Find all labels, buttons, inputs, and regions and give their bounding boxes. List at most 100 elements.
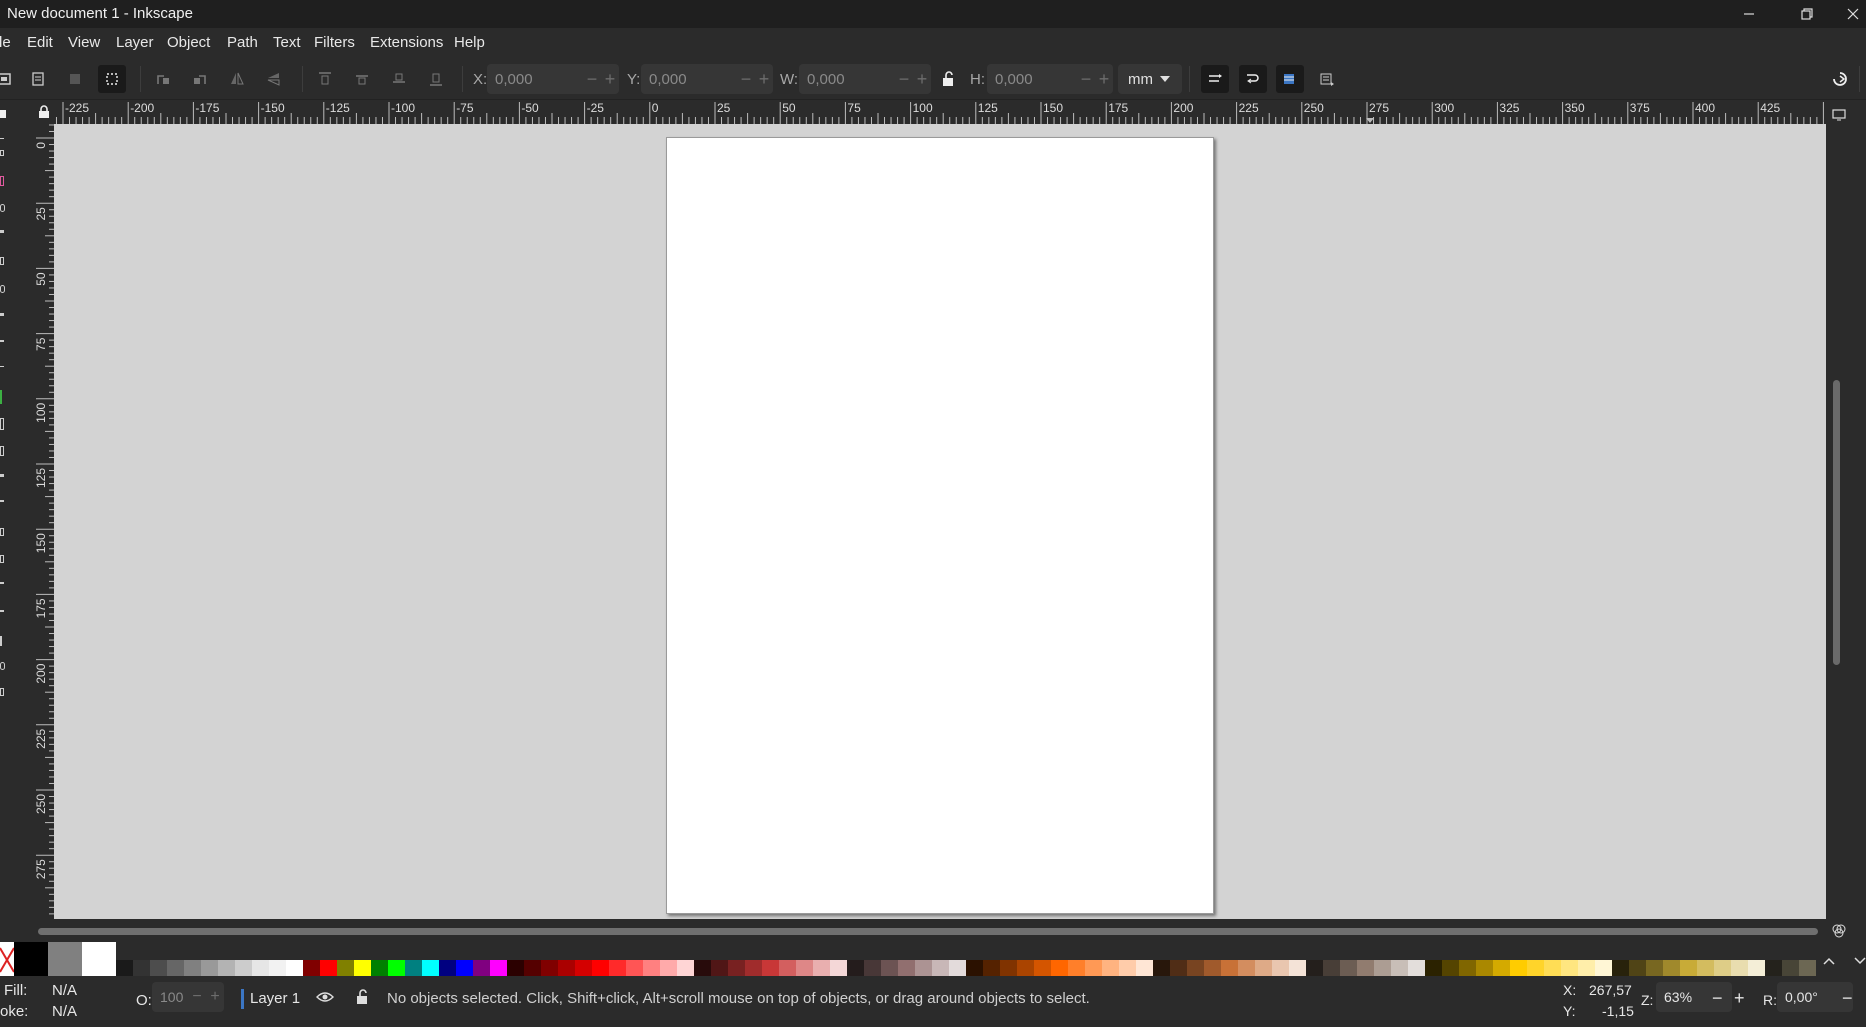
color-swatch[interactable]: [405, 960, 422, 976]
menu-view[interactable]: View: [68, 34, 100, 51]
scale-stroke-button[interactable]: [1201, 65, 1229, 93]
vertical-scrollbar[interactable]: [1833, 380, 1840, 665]
color-swatch[interactable]: [303, 960, 320, 976]
color-swatch[interactable]: [745, 960, 762, 976]
spiral-tool-icon[interactable]: [0, 285, 5, 293]
color-swatch[interactable]: [762, 960, 779, 976]
color-swatch[interactable]: [116, 960, 133, 976]
minimize-button[interactable]: [1726, 0, 1772, 28]
canvas[interactable]: [54, 124, 1826, 919]
layer-visibility-toggle[interactable]: [316, 990, 334, 1007]
connector-tool-icon[interactable]: [0, 610, 4, 620]
raise-button[interactable]: [348, 65, 376, 93]
color-swatch[interactable]: [337, 960, 354, 976]
color-swatch[interactable]: [1221, 960, 1238, 976]
color-swatch[interactable]: [48, 942, 82, 976]
menu-filters[interactable]: Filters: [314, 34, 355, 51]
tweak-tool-icon[interactable]: [0, 528, 4, 536]
deselect-button[interactable]: [61, 65, 89, 93]
menu-edit[interactable]: Edit: [27, 34, 53, 51]
color-swatch[interactable]: [1476, 960, 1493, 976]
y-decrement-button[interactable]: −: [737, 69, 755, 90]
rotate-ccw-button[interactable]: [149, 65, 177, 93]
w-decrement-button[interactable]: −: [895, 69, 913, 90]
color-swatch[interactable]: [677, 960, 694, 976]
color-swatch[interactable]: [439, 960, 456, 976]
lower-button[interactable]: [385, 65, 413, 93]
color-swatch[interactable]: [626, 960, 643, 976]
h-decrement-button[interactable]: −: [1077, 69, 1095, 90]
color-swatch[interactable]: [694, 960, 711, 976]
color-swatch[interactable]: [1017, 960, 1034, 976]
zoom-canvas-tool-icon[interactable]: [0, 662, 5, 670]
menu-extensions[interactable]: Extensions: [370, 34, 443, 51]
color-swatch[interactable]: [779, 960, 796, 976]
page[interactable]: [666, 137, 1214, 914]
x-increment-button[interactable]: +: [601, 69, 619, 90]
stroke-value[interactable]: N/A: [52, 1003, 77, 1020]
color-swatch[interactable]: [1799, 960, 1816, 976]
color-swatch[interactable]: [1153, 960, 1170, 976]
color-swatch[interactable]: [490, 960, 507, 976]
pen-tool-icon[interactable]: [0, 340, 4, 350]
opacity-field[interactable]: 100 − +: [152, 982, 224, 1012]
color-swatch[interactable]: [1357, 960, 1374, 976]
flip-horizontal-button[interactable]: [223, 65, 251, 93]
star-tool-icon[interactable]: [0, 230, 4, 240]
color-swatch[interactable]: [1306, 960, 1323, 976]
color-swatch[interactable]: [1595, 960, 1612, 976]
color-swatch[interactable]: [898, 960, 915, 976]
touch-select-button[interactable]: [98, 65, 126, 93]
color-swatch[interactable]: [1051, 960, 1068, 976]
color-swatch[interactable]: [1204, 960, 1221, 976]
zoom-tool-icon[interactable]: [0, 150, 4, 156]
color-swatch[interactable]: [1510, 960, 1527, 976]
color-swatch[interactable]: [354, 960, 371, 976]
color-swatch[interactable]: [1085, 960, 1102, 976]
menu-help[interactable]: Help: [454, 34, 485, 51]
color-swatch[interactable]: [949, 960, 966, 976]
color-swatch[interactable]: [983, 960, 1000, 976]
color-swatch[interactable]: [1272, 960, 1289, 976]
color-swatch[interactable]: [1493, 960, 1510, 976]
3d-box-tool-icon[interactable]: [0, 257, 4, 265]
opacity-decrement-button[interactable]: −: [188, 988, 206, 1006]
zoom-out-button[interactable]: −: [1712, 988, 1723, 1009]
lock-proportions-button[interactable]: [934, 65, 962, 93]
color-swatch[interactable]: [456, 960, 473, 976]
text-tool-icon[interactable]: [0, 390, 8, 404]
pages-tool-icon[interactable]: [0, 688, 4, 696]
node-tool-icon[interactable]: [0, 138, 4, 148]
raise-to-top-button[interactable]: [311, 65, 339, 93]
fill-value[interactable]: N/A: [52, 982, 77, 999]
color-swatch[interactable]: [235, 960, 252, 976]
color-swatch[interactable]: [320, 960, 337, 976]
h-increment-button[interactable]: +: [1095, 69, 1113, 90]
color-swatch[interactable]: [1459, 960, 1476, 976]
rotate-decrement-button[interactable]: −: [1842, 988, 1853, 1009]
color-swatch[interactable]: [1238, 960, 1255, 976]
rotate-cw-button[interactable]: [186, 65, 214, 93]
mesh-tool-icon[interactable]: [0, 446, 4, 456]
opacity-increment-button[interactable]: +: [206, 988, 224, 1006]
color-swatch[interactable]: [1425, 960, 1442, 976]
move-gradients-button[interactable]: [1276, 65, 1304, 93]
menu-file[interactable]: le: [0, 34, 11, 51]
w-field[interactable]: 0,000 − +: [799, 64, 931, 94]
color-swatch[interactable]: [728, 960, 745, 976]
color-swatch[interactable]: [1442, 960, 1459, 976]
unit-select[interactable]: mm: [1118, 64, 1182, 94]
current-layer[interactable]: Layer 1: [250, 990, 300, 1007]
dropper-tool-icon[interactable]: [0, 474, 4, 484]
color-swatch[interactable]: [1765, 960, 1782, 976]
lower-to-bottom-button[interactable]: [422, 65, 450, 93]
color-swatch[interactable]: [167, 960, 184, 976]
snap-toggle-button[interactable]: [1826, 65, 1854, 93]
color-swatch[interactable]: [1136, 960, 1153, 976]
menu-layer[interactable]: Layer: [116, 34, 154, 51]
color-swatch[interactable]: [1340, 960, 1357, 976]
h-field[interactable]: 0,000 − +: [987, 64, 1113, 94]
pencil-tool-icon[interactable]: [0, 313, 4, 323]
color-swatch[interactable]: [1561, 960, 1578, 976]
color-swatch[interactable]: [830, 960, 847, 976]
